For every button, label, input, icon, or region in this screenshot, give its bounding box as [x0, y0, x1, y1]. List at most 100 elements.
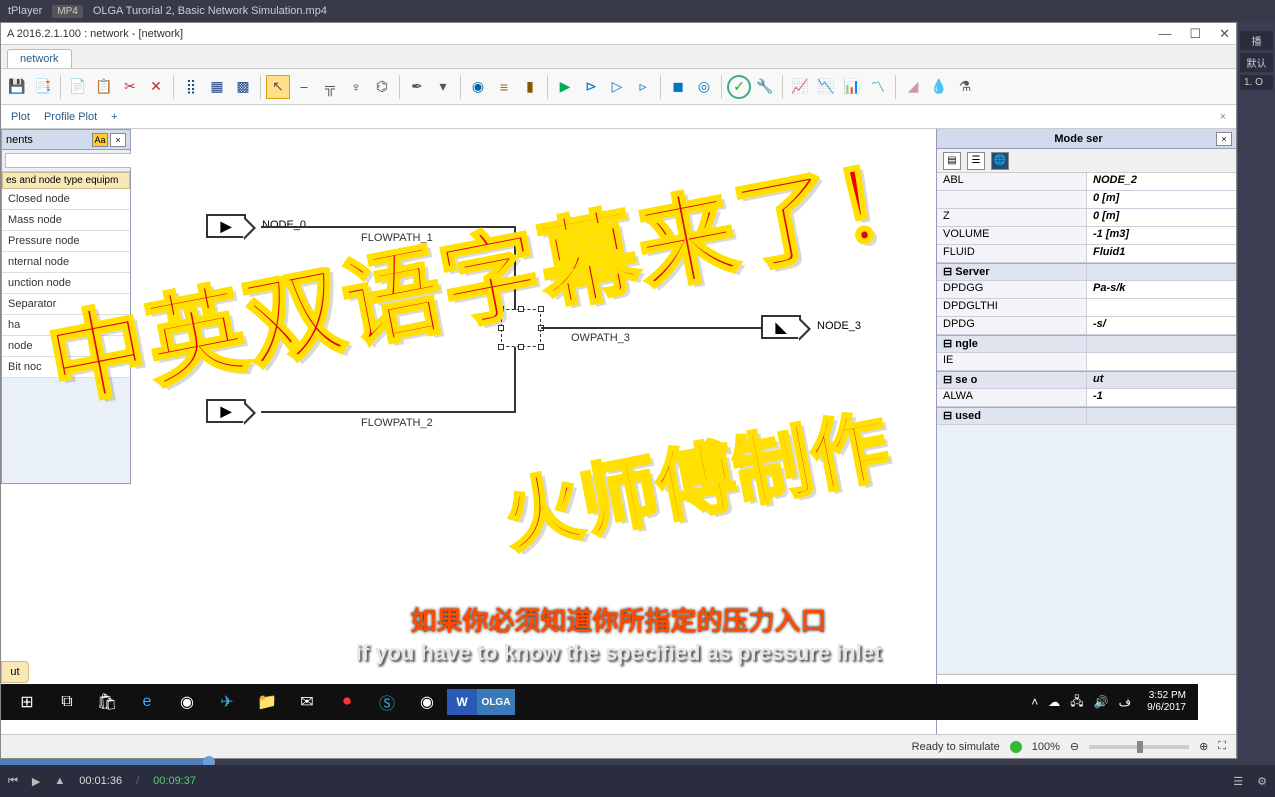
tray-cloud-icon[interactable]: ☁ — [1048, 695, 1060, 709]
plot-link[interactable]: Plot — [11, 111, 30, 123]
list-item[interactable]: unction node — [2, 273, 130, 294]
list-item[interactable]: nternal node — [2, 252, 130, 273]
sidebar-chip-2[interactable]: 默认 — [1240, 53, 1273, 72]
property-row[interactable]: ABLNODE_2 — [937, 173, 1236, 191]
branch-icon[interactable]: ╦ — [318, 75, 342, 99]
node-0[interactable]: ▶ NODE_0 — [206, 214, 246, 238]
property-row[interactable]: 0 [m] — [937, 191, 1236, 209]
save-icon[interactable]: 💾 — [5, 75, 29, 99]
bars-icon[interactable]: ≡ — [492, 75, 516, 99]
settings-icon[interactable]: ☰ — [1233, 775, 1243, 788]
target-icon[interactable]: ◉ — [466, 75, 490, 99]
drop-icon[interactable]: 💧 — [927, 75, 951, 99]
wire-fp1-v[interactable] — [514, 228, 516, 310]
add-plot-icon[interactable]: + — [111, 111, 117, 123]
list-item[interactable]: Pressure node — [2, 231, 130, 252]
zoom-slider[interactable] — [1089, 745, 1189, 749]
stop-icon[interactable]: ▲ — [54, 775, 65, 787]
cut-icon[interactable]: ✂ — [118, 75, 142, 99]
mb-icon-1[interactable]: ▤ — [943, 152, 961, 170]
list-item[interactable]: Closed node — [2, 189, 130, 210]
fit-icon[interactable]: ⛶ — [1218, 740, 1226, 753]
chrome-icon[interactable]: ◉ — [167, 686, 207, 718]
junction-node[interactable] — [501, 309, 541, 347]
sidebar-chip-3[interactable]: 1. O — [1240, 75, 1273, 90]
olga-app-icon[interactable]: OLGA — [477, 689, 515, 715]
copy-icon[interactable]: 📄 — [66, 75, 90, 99]
sidebar-chip-1[interactable]: 播 — [1240, 31, 1273, 50]
components-search-input[interactable] — [5, 153, 145, 168]
property-row[interactable]: Z0 [m] — [937, 209, 1236, 227]
filter-icon[interactable]: ⚗ — [953, 75, 977, 99]
play-icon[interactable]: ▶ — [553, 75, 577, 99]
word-icon[interactable]: W — [447, 689, 477, 715]
wrench-icon[interactable]: 🔧 — [753, 75, 777, 99]
explorer-icon[interactable]: 📁 — [247, 686, 287, 718]
property-row[interactable]: DPDGGPa-s/k — [937, 281, 1236, 299]
prev-icon[interactable]: ⏮ — [8, 775, 18, 788]
property-row[interactable]: ⊟ ngle — [937, 335, 1236, 353]
store-icon[interactable]: 🛍 — [87, 686, 127, 718]
chart4-icon[interactable]: 〽 — [866, 75, 890, 99]
property-row[interactable]: VOLUME-1 [m3] — [937, 227, 1236, 245]
dropdown-icon[interactable]: ▾ — [431, 75, 455, 99]
edge-icon[interactable]: e — [127, 686, 167, 718]
save-all-icon[interactable]: 📑 — [31, 75, 55, 99]
taskview-icon[interactable]: ⧉ — [47, 686, 87, 718]
close-icon[interactable]: ✕ — [1219, 26, 1230, 42]
tray-volume-icon[interactable]: 🔊 — [1094, 695, 1109, 709]
category-header[interactable]: es and node type equipm — [2, 172, 130, 189]
connector-icon[interactable]: ⎯ — [292, 75, 316, 99]
start-icon[interactable]: ⊞ — [7, 686, 47, 718]
close-subtoolbar-icon[interactable]: × — [1220, 111, 1226, 123]
property-row[interactable]: ⊟ se out — [937, 371, 1236, 389]
tray-up-icon[interactable]: ˄ — [1031, 695, 1038, 709]
property-row[interactable]: ⊟ Server — [937, 263, 1236, 281]
tab-network[interactable]: network — [7, 49, 72, 68]
play-small-icon[interactable]: ▹ — [631, 75, 655, 99]
wire-fp1[interactable] — [261, 226, 516, 228]
model-close-icon[interactable]: × — [1216, 132, 1232, 146]
skype-icon[interactable]: Ⓢ — [367, 686, 407, 718]
list-item[interactable]: node — [2, 336, 130, 357]
node-1[interactable]: ▶ — [206, 399, 246, 423]
paste-icon[interactable]: 📋 — [92, 75, 116, 99]
list-item[interactable]: ha — [2, 315, 130, 336]
list-item[interactable]: Mass node — [2, 210, 130, 231]
tree-icon[interactable]: ♆ — [344, 75, 368, 99]
chart1-icon[interactable]: 📈 — [788, 75, 812, 99]
property-row[interactable]: ⊟ used — [937, 407, 1236, 425]
panel-close-icon[interactable]: × — [110, 133, 126, 147]
eraser-icon[interactable]: ◢ — [901, 75, 925, 99]
property-row[interactable]: FLUIDFluid1 — [937, 245, 1236, 263]
zoom-out-icon[interactable]: ⊖ — [1070, 740, 1079, 753]
grid-lines-icon[interactable]: ▦ — [205, 75, 229, 99]
hierarchy-icon[interactable]: ⌬ — [370, 75, 394, 99]
select-tool-icon[interactable]: ↖ — [266, 75, 290, 99]
mail-icon[interactable]: ✉ — [287, 686, 327, 718]
property-row[interactable]: DPDG-s/ — [937, 317, 1236, 335]
property-row[interactable]: ALWA-1 — [937, 389, 1236, 407]
minimize-icon[interactable]: — — [1158, 26, 1171, 42]
delete-icon[interactable]: ✕ — [144, 75, 168, 99]
gear-icon[interactable]: ⚙ — [1257, 775, 1267, 788]
wire-fp3[interactable] — [541, 327, 761, 329]
node-3[interactable]: ◣ NODE_3 — [761, 315, 801, 339]
record-icon[interactable]: ◎ — [692, 75, 716, 99]
record-app-icon[interactable]: ⏺ — [327, 686, 367, 718]
tray-network-icon[interactable]: 🖧 — [1070, 692, 1083, 713]
property-row[interactable]: DPDGLTHI — [937, 299, 1236, 317]
output-tab[interactable]: ut — [1, 661, 29, 683]
stop-icon[interactable]: ◼ — [666, 75, 690, 99]
grid-fine-icon[interactable]: ▩ — [231, 75, 255, 99]
chart2-icon[interactable]: 📉 — [814, 75, 838, 99]
check-icon[interactable]: ✓ — [727, 75, 751, 99]
wire-fp2[interactable] — [261, 411, 516, 413]
globe-icon[interactable]: 🌐 — [991, 152, 1009, 170]
clock[interactable]: 3:52 PM 9/6/2017 — [1141, 690, 1192, 714]
list-item[interactable]: Separator — [2, 294, 130, 315]
wire-fp2-v[interactable] — [514, 346, 516, 413]
play-circle-icon[interactable]: ⊳ — [579, 75, 603, 99]
list-item[interactable]: Bit noc — [2, 357, 130, 378]
play-pause-icon[interactable]: ▶ — [32, 775, 40, 788]
